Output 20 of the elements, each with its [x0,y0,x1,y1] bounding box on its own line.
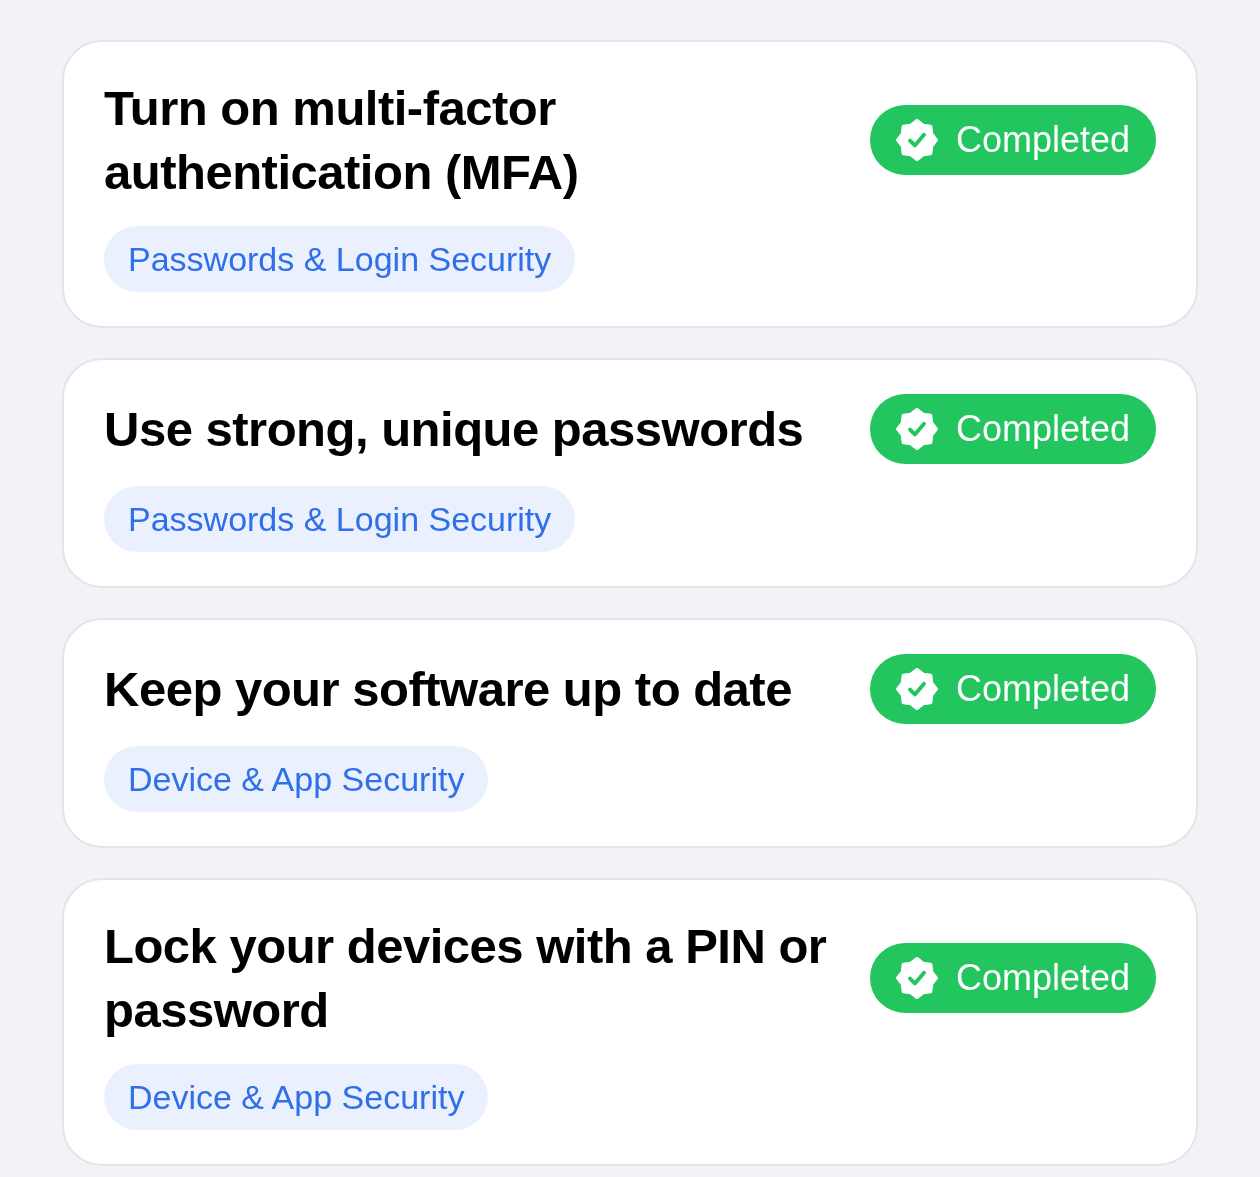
check-seal-icon [895,957,938,999]
category-tag: Device & App Security [104,746,489,812]
category-tag: Passwords & Login Security [104,226,576,292]
task-card[interactable]: Turn on multi-factor authentication (MFA) Completed Passwords & Login Security [62,40,1198,328]
status-label: Completed [955,668,1130,710]
check-seal-icon [895,119,938,161]
category-tag: Device & App Security [104,1064,489,1130]
task-card[interactable]: Lock your devices with a PIN or password Completed Device & App Security [62,878,1198,1166]
check-seal-icon [895,408,938,450]
task-title: Lock your devices with a PIN or password [104,918,828,1039]
task-title: Use strong, unique passwords [104,401,805,458]
check-seal-icon [895,668,938,710]
category-tag: Passwords & Login Security [104,486,576,552]
task-card[interactable]: Keep your software up to date Completed Device & App Security [62,618,1198,848]
status-label: Completed [955,957,1130,999]
task-card[interactable]: Use strong, unique passwords Completed Passwords & Login Security [62,358,1198,588]
task-title: Keep your software up to date [104,661,793,718]
status-label: Completed [955,408,1130,450]
status-label: Completed [955,119,1130,161]
task-title: Turn on multi-factor authentication (MFA) [104,80,580,201]
